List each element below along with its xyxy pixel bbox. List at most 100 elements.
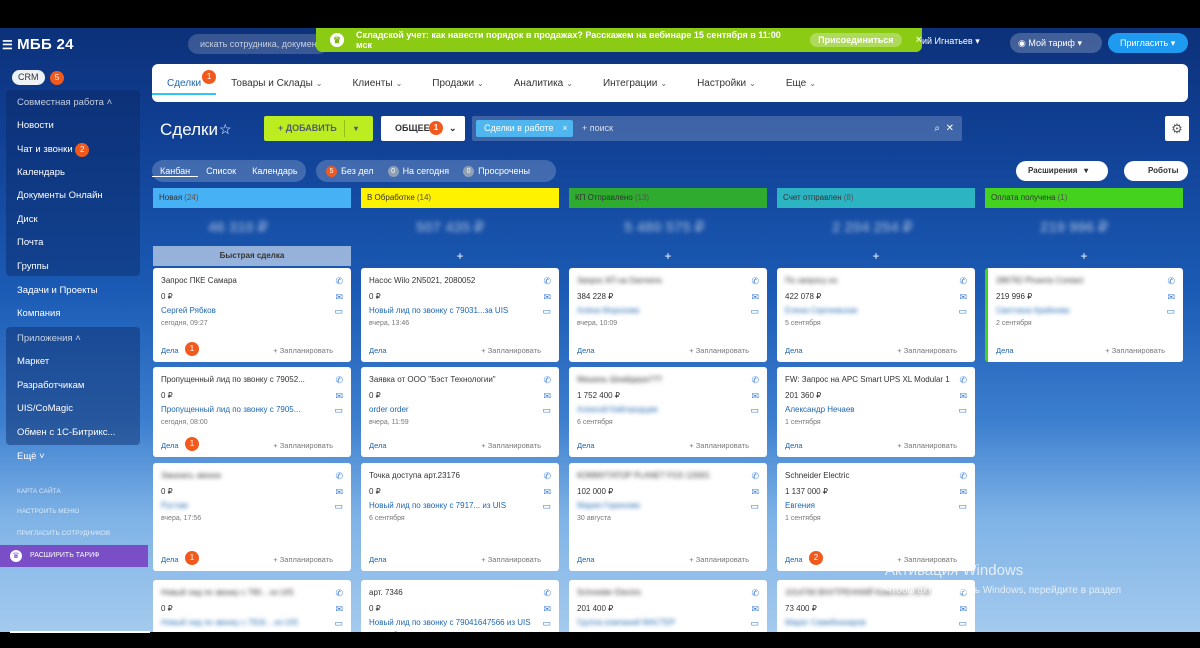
phone-icon[interactable]: ✆: [1167, 276, 1175, 287]
deal-contact-link[interactable]: order order: [369, 405, 534, 414]
deal-activities-link[interactable]: Дела: [369, 555, 387, 564]
deal-card[interactable]: FW: Запрос на APC Smart UPS XL Modular 1…: [777, 367, 975, 457]
sidebar-item-market[interactable]: Маркет: [17, 356, 49, 367]
deal-contact-link[interactable]: Новый лид по звонку с 7917... из UIS: [369, 501, 534, 510]
deal-title[interactable]: Новый лид по звонку с 790... из UIS: [161, 588, 326, 597]
mail-icon[interactable]: ✉: [959, 487, 967, 498]
star-icon[interactable]: ☆: [219, 121, 232, 138]
deal-contact-link[interactable]: Сергей Рябков: [161, 306, 326, 315]
banner-join-button[interactable]: Присоединиться: [810, 33, 902, 47]
chat-icon[interactable]: ▭: [542, 618, 551, 629]
view-kanban[interactable]: Канбан: [152, 166, 199, 177]
sidebar-item-news[interactable]: Новости: [17, 120, 54, 131]
deal-contact-link[interactable]: Новый лид по звонку с 79041647566 из UIS: [369, 618, 534, 627]
schedule-activity-link[interactable]: + Запланировать: [689, 346, 749, 355]
filter-search-input[interactable]: + поиск: [582, 116, 613, 141]
chat-icon[interactable]: ▭: [542, 405, 551, 416]
deal-contact-link[interactable]: Александр Нечаев: [785, 405, 950, 414]
deal-activities-link[interactable]: Дела: [785, 555, 803, 564]
deal-title[interactable]: Запрос КП на Darmens: [577, 276, 742, 285]
my-tariff-button[interactable]: ◉ Мой тариф ▾: [1010, 33, 1102, 53]
deal-activities-link[interactable]: Дела: [369, 346, 387, 355]
deal-contact-link[interactable]: Елена Сергеевская: [785, 306, 950, 315]
search-icon[interactable]: ⌕: [934, 116, 940, 141]
quick-deal-button[interactable]: Быстрая сделка: [153, 246, 351, 266]
counter-no-deals[interactable]: 5 Без дел: [316, 165, 374, 177]
sidebar-item-uis[interactable]: UIS/CoMagic: [17, 403, 73, 414]
deal-contact-link[interactable]: Алексей Кайгородцев: [577, 405, 742, 414]
counter-overdue[interactable]: 0 Просрочены: [453, 165, 530, 177]
robots-button[interactable]: Роботы: [1124, 161, 1188, 181]
phone-icon[interactable]: ✆: [751, 588, 759, 599]
chat-icon[interactable]: ▭: [958, 501, 967, 512]
phone-icon[interactable]: ✆: [335, 471, 343, 482]
sidebar-item-company[interactable]: Компания: [17, 308, 60, 319]
deal-title[interactable]: Запрос ПКЕ Самара: [161, 276, 326, 285]
add-card-button[interactable]: +: [985, 246, 1183, 266]
deal-contact-link[interactable]: Новый лид по звонку с 7916... из UIS: [161, 618, 326, 627]
phone-icon[interactable]: ✆: [959, 276, 967, 287]
column-header[interactable]: Счет отправлен (8): [777, 188, 975, 208]
schedule-activity-link[interactable]: + Запланировать: [273, 441, 333, 450]
add-card-button[interactable]: +: [361, 246, 559, 266]
phone-icon[interactable]: ✆: [543, 276, 551, 287]
mail-icon[interactable]: ✉: [543, 391, 551, 402]
tab-sales[interactable]: Продажи ⌄: [417, 78, 498, 89]
deal-activities-link[interactable]: Дела: [996, 346, 1014, 355]
phone-icon[interactable]: ✆: [543, 588, 551, 599]
schedule-activity-link[interactable]: + Запланировать: [273, 555, 333, 564]
deal-title[interactable]: По запросу из: [785, 276, 950, 285]
deal-card[interactable]: Мишень Шнайдера??? 1 752 400 ₽ Алексей Кай…: [569, 367, 767, 457]
deal-title[interactable]: Заявка от ООО "Бэст Технологии": [369, 375, 534, 384]
deal-card[interactable]: Schneider Electric 201 400 ₽ Группа компан…: [569, 580, 767, 640]
deal-card[interactable]: КОММУТАТОР PLANET FGS 1200G 102 000 ₽ Мари…: [569, 463, 767, 571]
tab-settings[interactable]: Настройки ⌄: [682, 78, 771, 89]
chat-icon[interactable]: ▭: [750, 501, 759, 512]
menu-icon[interactable]: ☰: [2, 38, 13, 52]
deal-activities-link[interactable]: Дела: [785, 441, 803, 450]
phone-icon[interactable]: ✆: [335, 276, 343, 287]
mail-icon[interactable]: ✉: [335, 487, 343, 498]
deal-contact-link[interactable]: Мария Горюнова: [577, 501, 742, 510]
deal-title[interactable]: Schneider Electric: [785, 471, 950, 480]
sidebar-group-apps-title[interactable]: Приложения ˄: [17, 333, 81, 344]
close-icon[interactable]: ×: [562, 120, 567, 137]
mail-icon[interactable]: ✉: [335, 604, 343, 615]
clear-icon[interactable]: ✕: [946, 116, 954, 141]
deal-contact-link[interactable]: Евгения: [785, 501, 950, 510]
schedule-activity-link[interactable]: + Запланировать: [897, 441, 957, 450]
deal-activities-link[interactable]: Дела: [161, 441, 179, 450]
tab-clients[interactable]: Клиенты ⌄: [337, 78, 417, 89]
phone-icon[interactable]: ✆: [751, 276, 759, 287]
deal-activities-link[interactable]: Дела: [785, 346, 803, 355]
phone-icon[interactable]: ✆: [335, 588, 343, 599]
deal-contact-link[interactable]: Светлана Крайнова: [996, 306, 1161, 315]
add-deal-button[interactable]: + ДОБАВИТЬ ▾: [264, 116, 373, 141]
sidebar-group-work-title[interactable]: Совместная работа ˄: [17, 97, 112, 108]
deal-title[interactable]: Мишень Шнайдера???: [577, 375, 742, 384]
chat-icon[interactable]: ▭: [1166, 306, 1175, 317]
invite-button[interactable]: Пригласить ▾: [1108, 33, 1188, 53]
phone-icon[interactable]: ✆: [543, 471, 551, 482]
deal-card[interactable]: арт. 7346 0 ₽ Новый лид по звонку с 790416…: [361, 580, 559, 640]
schedule-activity-link[interactable]: + Запланировать: [481, 555, 541, 564]
deal-title[interactable]: Точка доступа арт.23176: [369, 471, 534, 480]
deal-card[interactable]: Пропущенный лид по звонку с 79052... 0 ₽ П…: [153, 367, 351, 457]
mail-icon[interactable]: ✉: [751, 292, 759, 303]
deal-contact-link[interactable]: Рустам: [161, 501, 326, 510]
sidebar-item-disk[interactable]: Диск: [17, 214, 38, 225]
phone-icon[interactable]: ✆: [543, 375, 551, 386]
sidebar-more[interactable]: Ещё ˅: [17, 451, 45, 462]
deal-contact-link[interactable]: Группа компаний МАСТЕР: [577, 618, 742, 627]
deal-card[interactable]: Заявка от ООО "Бэст Технологии" 0 ₽ order …: [361, 367, 559, 457]
deal-card[interactable]: Насос Wilo 2N5021, 2080052 0 ₽ Новый лид п…: [361, 268, 559, 362]
phone-icon[interactable]: ✆: [959, 375, 967, 386]
phone-icon[interactable]: ✆: [959, 471, 967, 482]
sidebar-item-developers[interactable]: Разработчикам: [17, 380, 84, 391]
schedule-activity-link[interactable]: + Запланировать: [689, 555, 749, 564]
view-list[interactable]: Список: [198, 166, 244, 176]
mail-icon[interactable]: ✉: [543, 292, 551, 303]
deal-card[interactable]: Новый лид по звонку с 790... из UIS 0 ₽ Но…: [153, 580, 351, 640]
global-search-input[interactable]: искать сотрудника, документ: [188, 34, 328, 54]
chat-icon[interactable]: ▭: [542, 306, 551, 317]
